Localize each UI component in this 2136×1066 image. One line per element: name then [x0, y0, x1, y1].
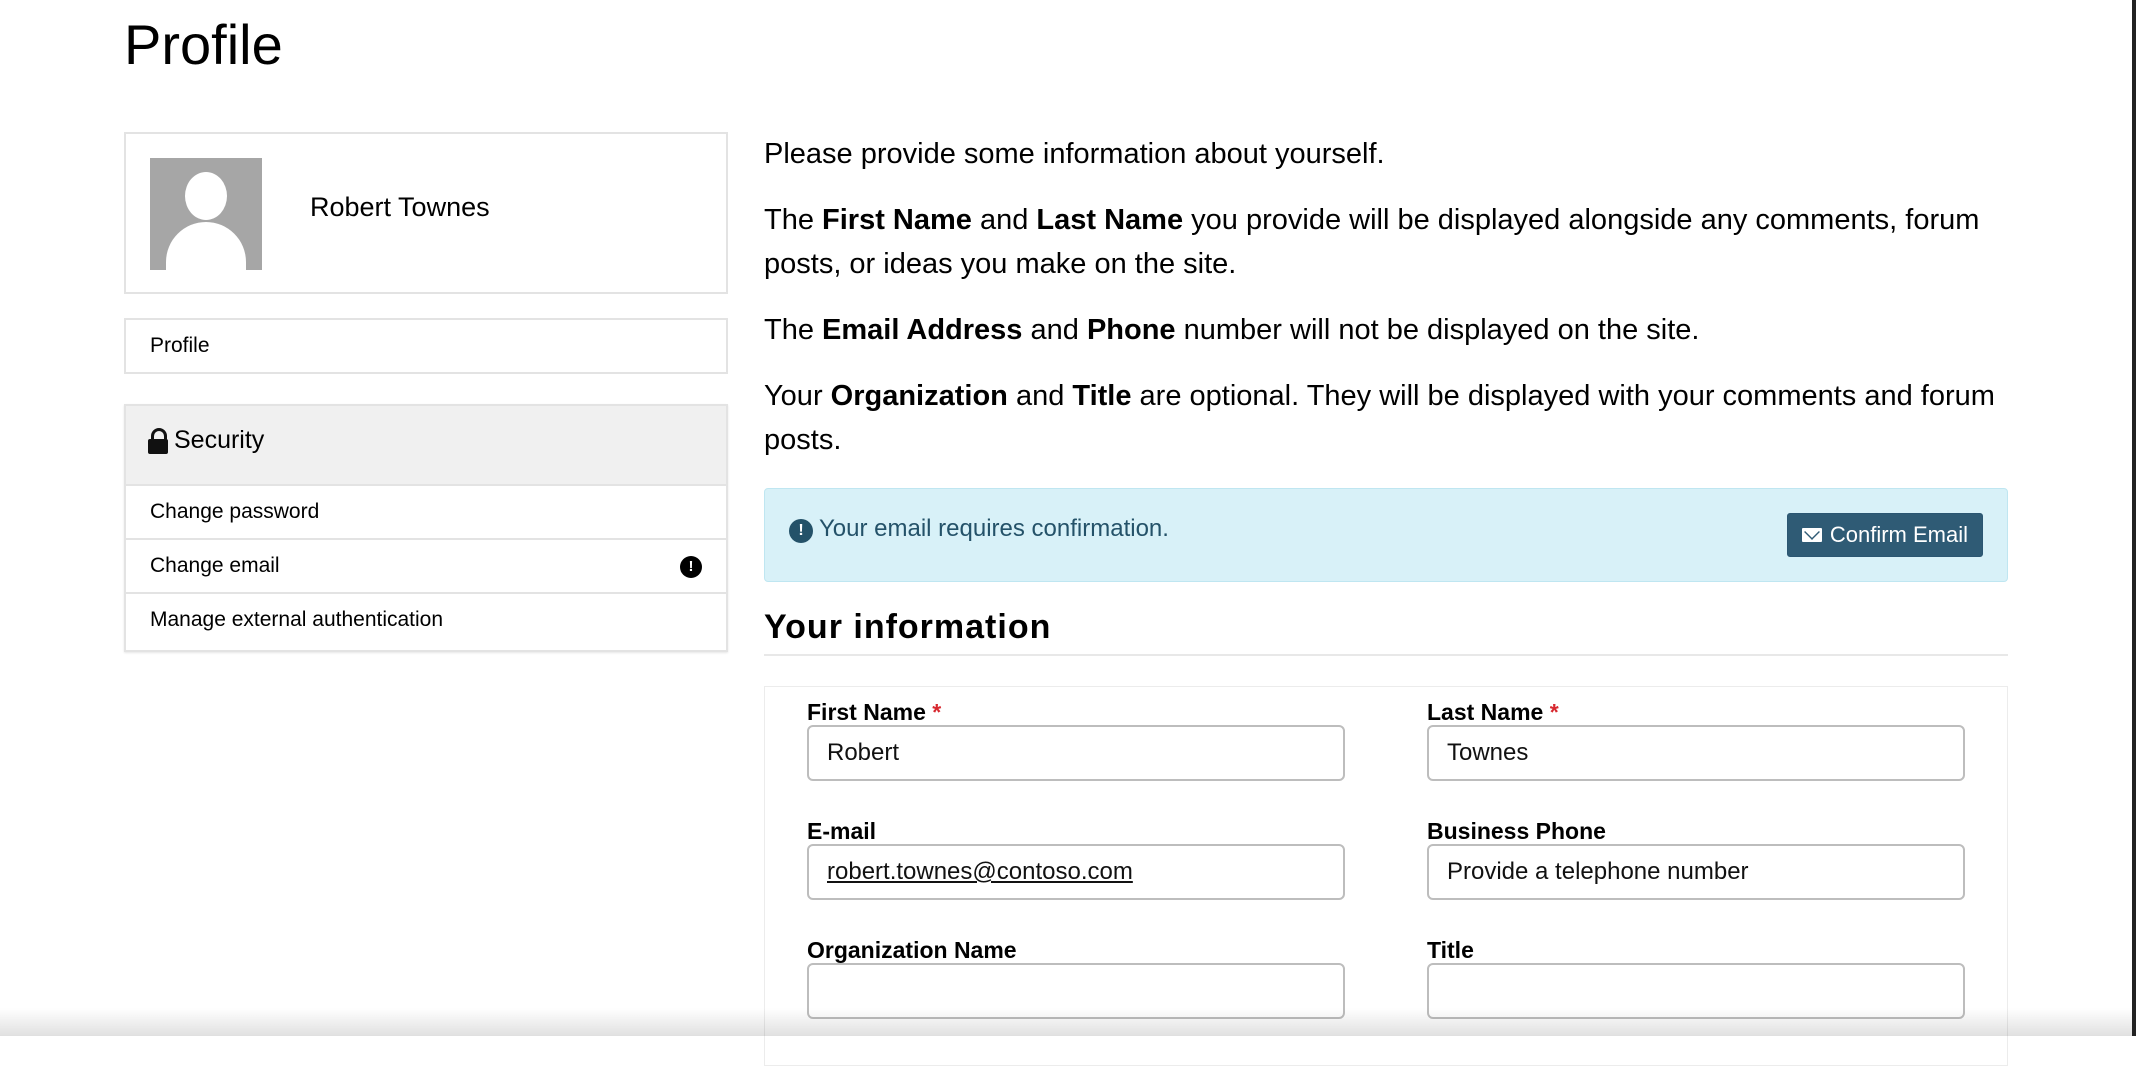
title-label: Title: [1427, 937, 1474, 963]
security-header: Security: [126, 406, 726, 486]
window-edge: [2132, 0, 2136, 1036]
alert-text: Your email requires confirmation.: [819, 515, 1169, 542]
user-name: Robert Townes: [310, 192, 490, 222]
sidebar-item-label: Change email: [150, 554, 280, 577]
section-title: Your information: [764, 608, 1052, 646]
security-panel: Security Change password Change email ! …: [124, 404, 728, 652]
intro-paragraph: Your Organization and Title are optional…: [764, 380, 1995, 456]
exclamation-circle-icon: !: [789, 519, 813, 543]
intro-paragraph: The First Name and Last Name you provide…: [764, 204, 1980, 280]
sidebar-item-profile[interactable]: Profile: [124, 318, 728, 374]
last-name-field[interactable]: Townes: [1427, 725, 1965, 781]
business-phone-label: Business Phone: [1427, 818, 1606, 844]
intro-paragraph: Please provide some information about yo…: [764, 138, 1385, 170]
avatar: [150, 158, 262, 270]
confirm-email-button[interactable]: Confirm Email: [1786, 513, 1983, 557]
sidebar-item-change-email[interactable]: Change email !: [126, 538, 726, 594]
user-card: Robert Townes: [124, 132, 728, 294]
intro-paragraph: The Email Address and Phone number will …: [764, 314, 1700, 346]
sidebar-item-label: Profile: [150, 334, 210, 357]
page-title: Profile: [124, 13, 283, 76]
sidebar-item-manage-external-auth[interactable]: Manage external authentication: [126, 592, 726, 648]
window-bottom-shadow: [0, 1008, 2136, 1036]
last-name-label: Last Name *: [1427, 699, 1559, 725]
envelope-icon: [1801, 528, 1822, 542]
lock-icon: [148, 428, 168, 456]
organization-name-label: Organization Name: [807, 937, 1017, 963]
sidebar-item-label: Manage external authentication: [150, 608, 444, 631]
first-name-field[interactable]: Robert: [807, 725, 1345, 781]
sidebar-item-label: Change password: [150, 500, 320, 523]
button-label: Confirm Email: [1829, 522, 1968, 547]
first-name-label: First Name *: [807, 699, 942, 725]
intro-text: Please provide some information about yo…: [764, 132, 2008, 462]
business-phone-field[interactable]: Provide a telephone number: [1427, 844, 1965, 900]
email-field[interactable]: robert.townes@contoso.com: [807, 844, 1345, 900]
main-content: Please provide some information about yo…: [764, 132, 2008, 1066]
exclamation-icon: !: [680, 556, 702, 578]
security-title: Security: [174, 426, 265, 454]
sidebar-item-change-password[interactable]: Change password: [126, 484, 726, 540]
divider: [764, 654, 2008, 656]
email-label: E-mail: [807, 818, 877, 844]
email-confirmation-alert: ! Your email requires confirmation. Conf…: [764, 488, 2008, 582]
